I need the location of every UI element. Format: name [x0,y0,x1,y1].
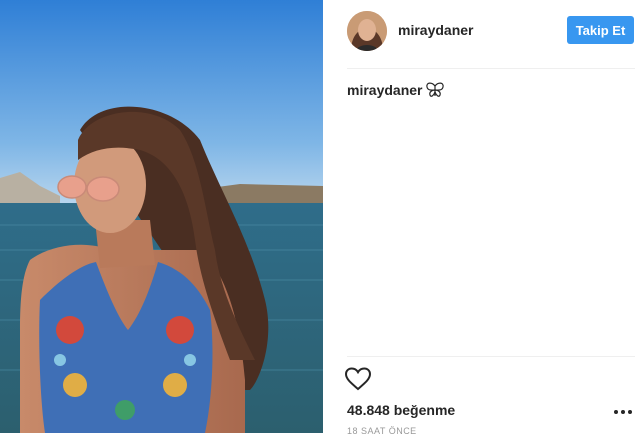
more-icon [614,410,632,414]
actions-divider [347,356,635,357]
post-timestamp: 18 SAAT ÖNCE [347,426,417,436]
heart-icon [344,367,372,391]
caption-author[interactable]: miraydaner [347,82,422,98]
avatar[interactable] [347,11,387,51]
avatar-icon [347,11,387,51]
author-username[interactable]: miraydaner [398,22,473,38]
post-header: miraydaner Takip Et [323,0,635,68]
post-caption: miraydaner [347,82,445,101]
post-photo [0,0,323,433]
post-side-panel: miraydaner Takip Et miraydaner 48.848 be… [323,0,635,436]
like-button[interactable] [344,367,373,393]
like-count[interactable]: 48.848 beğenme [347,402,455,418]
more-options-button[interactable] [613,404,633,420]
follow-button[interactable]: Takip Et [567,16,634,44]
header-divider [347,68,635,69]
selfie-photo [0,0,323,433]
butterfly-icon [426,82,445,101]
